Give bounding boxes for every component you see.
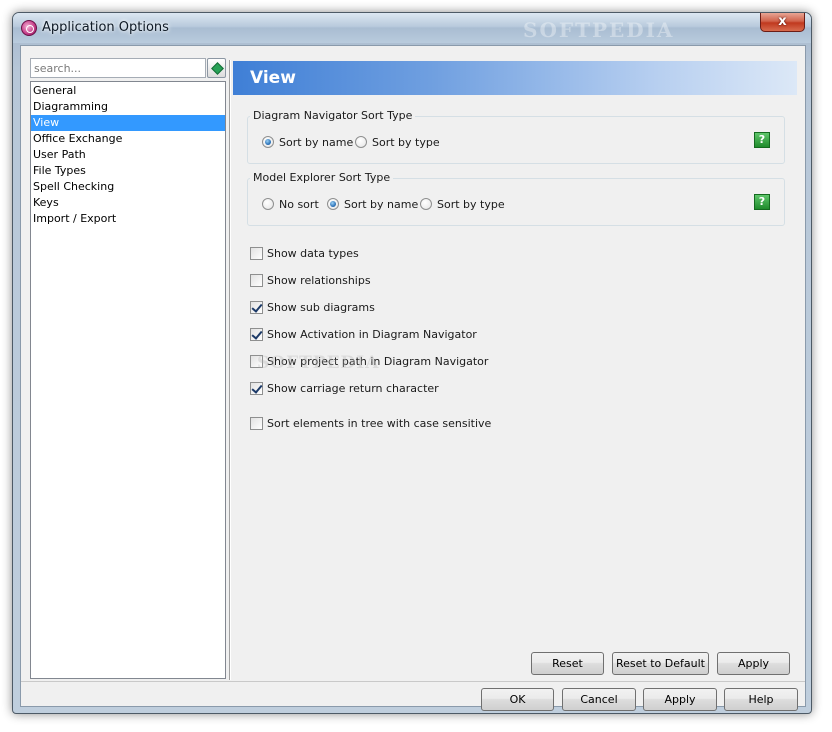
help-icon[interactable]: ? [754,132,770,148]
help-icon[interactable]: ? [754,194,770,210]
checkbox-unchecked-icon [250,273,263,287]
footer-divider [21,681,805,682]
radio-me-sort-by-name[interactable]: Sort by name [327,197,418,211]
checkbox-sort-case-sensitive[interactable]: Sort elements in tree with case sensitiv… [250,416,491,430]
reset-to-default-button[interactable]: Reset to Default [612,652,709,675]
checkbox-show-sub-diagrams[interactable]: Show sub diagrams [250,300,375,314]
model-explorer-sort-group: Model Explorer Sort Type No sort Sort by… [247,171,785,226]
dialog-client-area: General Diagramming View Office Exchange… [20,45,806,711]
radio-label: Sort by name [344,197,419,211]
checkbox-label: Show sub diagrams [267,300,375,314]
sidebar-item-diagramming[interactable]: Diagramming [31,99,225,115]
radio-me-sort-by-type[interactable]: Sort by type [420,197,505,211]
checkbox-unchecked-icon [250,416,263,430]
radio-unselected-icon [355,136,367,148]
sidebar-item-view[interactable]: View [31,115,225,131]
app-logo-icon [21,20,37,36]
radio-unselected-icon [420,198,432,210]
panel-splitter[interactable] [229,60,231,680]
diagram-navigator-sort-group: Diagram Navigator Sort Type Sort by name… [247,109,785,164]
sidebar-item-office-exchange[interactable]: Office Exchange [31,131,225,147]
checkbox-unchecked-icon [250,246,263,260]
checkbox-label: Show carriage return character [267,381,439,395]
radio-selected-icon [327,198,339,210]
sidebar-item-keys[interactable]: Keys [31,195,225,211]
radio-label: Sort by type [372,135,440,149]
radio-unselected-icon [262,198,274,210]
ok-button[interactable]: OK [481,688,554,711]
search-go-icon[interactable] [207,58,226,78]
checkbox-show-activation[interactable]: Show Activation in Diagram Navigator [250,327,477,341]
radio-label: No sort [279,197,319,211]
reset-button[interactable]: Reset [531,652,604,675]
close-button[interactable]: x [760,13,805,32]
application-options-window: Application Options SOFTPEDIA x General … [12,12,812,714]
radio-label: Sort by type [437,197,505,211]
window-title: Application Options [42,20,169,35]
checkbox-label: Show data types [267,246,359,260]
radio-me-no-sort[interactable]: No sort [262,197,319,211]
checkbox-label: Show Activation in Diagram Navigator [267,327,477,341]
title-bar[interactable]: Application Options SOFTPEDIA x [13,13,811,43]
checkbox-unchecked-icon [250,354,263,368]
help-button[interactable]: Help [724,688,798,711]
radio-label: Sort by name [279,135,354,149]
checkbox-show-relationships[interactable]: Show relationships [250,273,371,287]
checkbox-label: Sort elements in tree with case sensitiv… [267,416,492,430]
sidebar-item-spell-checking[interactable]: Spell Checking [31,179,225,195]
panel-apply-button[interactable]: Apply [717,652,790,675]
sidebar-item-file-types[interactable]: File Types [31,163,225,179]
sidebar-item-import-export[interactable]: Import / Export [31,211,225,227]
checkbox-checked-icon [250,327,263,341]
watermark: SOFTPEDIA [523,18,675,42]
radio-selected-icon [262,136,274,148]
search-input[interactable] [30,58,206,78]
checkbox-show-project-path[interactable]: Show project path in Diagram Navigator [250,354,488,368]
radio-dn-sort-by-type[interactable]: Sort by type [355,135,440,149]
checkbox-label: Show project path in Diagram Navigator [267,354,489,368]
panel-header: View [233,61,797,95]
sidebar-item-user-path[interactable]: User Path [31,147,225,163]
options-category-list: General Diagramming View Office Exchange… [30,81,226,679]
checkbox-checked-icon [250,300,263,314]
checkbox-label: Show relationships [267,273,371,287]
group-title: Model Explorer Sort Type [250,171,394,184]
page-title: View [250,68,296,88]
checkbox-checked-icon [250,381,263,395]
footer-apply-button[interactable]: Apply [643,688,717,711]
radio-dn-sort-by-name[interactable]: Sort by name [262,135,353,149]
cancel-button[interactable]: Cancel [562,688,636,711]
sidebar-item-general[interactable]: General [31,83,225,99]
checkbox-show-carriage-return[interactable]: Show carriage return character [250,381,439,395]
group-title: Diagram Navigator Sort Type [250,109,416,122]
checkbox-show-data-types[interactable]: Show data types [250,246,359,260]
